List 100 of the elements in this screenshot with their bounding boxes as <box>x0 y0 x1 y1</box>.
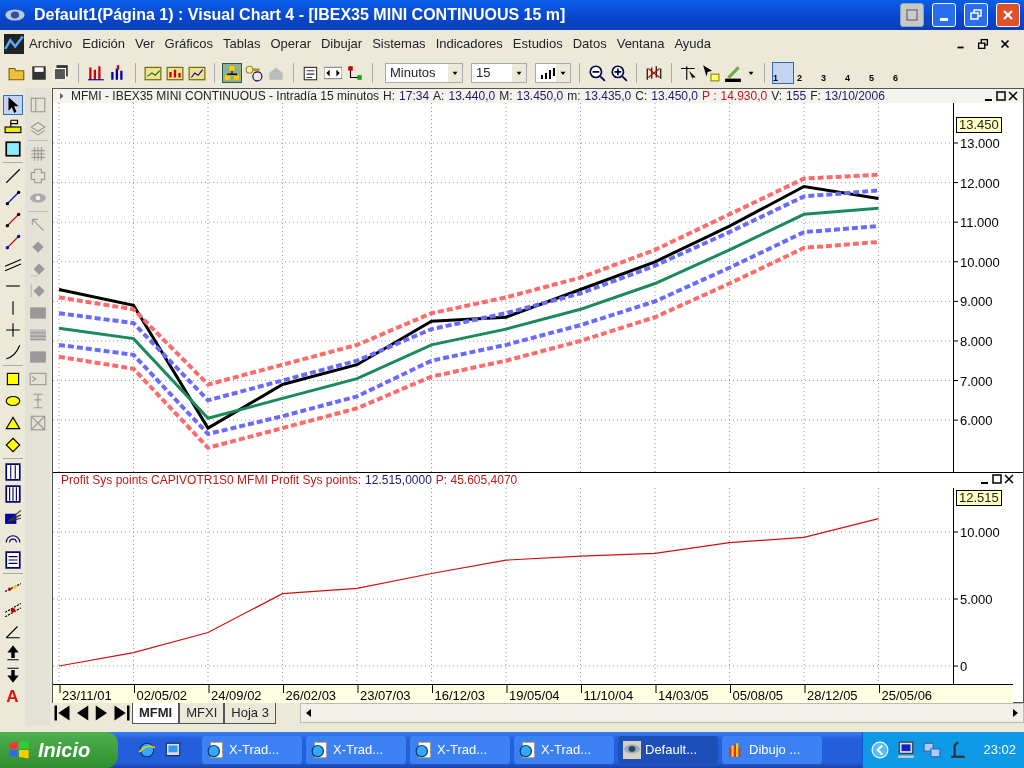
interval-dropdown[interactable]: 15 <box>471 63 527 83</box>
browser-icon <box>207 741 225 759</box>
timeframe-dropdown[interactable]: Minutos <box>385 63 463 83</box>
layout-button[interactable]: 3 <box>821 63 841 83</box>
axis-label: 12.000 <box>960 175 1000 191</box>
scroll-buttons-icon[interactable] <box>324 64 342 82</box>
zoom-out-icon[interactable] <box>588 64 606 82</box>
save-icon[interactable] <box>30 64 48 82</box>
restore-icon[interactable] <box>976 37 990 51</box>
line-icon[interactable] <box>3 211 22 229</box>
menu-item[interactable]: Dibujar <box>315 34 368 54</box>
desktop-icon[interactable] <box>164 741 182 759</box>
line-icon[interactable] <box>3 233 22 251</box>
minimize-icon <box>940 17 948 21</box>
menu-item[interactable]: Ayuda <box>669 34 717 54</box>
select-object-icon[interactable] <box>702 64 720 82</box>
window-button[interactable] <box>900 3 924 27</box>
pointer-icon[interactable] <box>3 96 22 114</box>
layout-button[interactable]: 1 <box>773 63 793 83</box>
chart-icon[interactable] <box>4 34 24 54</box>
taskbar-button[interactable]: X-Trad... <box>202 736 302 764</box>
taskbar-button[interactable]: X-Trad... <box>514 736 614 764</box>
sheet-tab[interactable]: MFMI <box>132 703 180 724</box>
date-label: 02/05/02 <box>136 688 188 703</box>
bars-cross-icon[interactable] <box>645 64 663 82</box>
key-euro-icon[interactable] <box>245 64 263 82</box>
date-label: 05/08/05 <box>732 688 784 703</box>
diamond-icon[interactable] <box>3 436 22 454</box>
axis-label: 5.000 <box>960 592 993 607</box>
curve-icon[interactable] <box>3 343 22 361</box>
date-label: 11/10/04 <box>583 688 634 703</box>
menu-item[interactable]: Indicadores <box>430 34 508 54</box>
layout-button[interactable]: 2 <box>797 63 817 83</box>
menu-item[interactable]: Datos <box>567 34 612 54</box>
columns-icon[interactable] <box>3 485 22 503</box>
bar-chart-icon[interactable] <box>87 64 105 82</box>
menu-item[interactable]: Tablas <box>217 34 266 54</box>
computer-icon[interactable] <box>897 741 916 759</box>
chevron-left-icon[interactable] <box>871 741 890 759</box>
line-icon[interactable] <box>3 189 22 207</box>
node-icon[interactable] <box>346 64 364 82</box>
menu-item[interactable]: Ventana <box>611 34 670 54</box>
crosshair-icon[interactable] <box>3 321 22 339</box>
network-icon[interactable] <box>223 64 241 82</box>
menu-item[interactable]: Edición <box>77 34 130 54</box>
maximize-icon[interactable] <box>995 90 1007 102</box>
sheet-tab[interactable]: MFXI <box>179 703 225 724</box>
cursor-cross-icon[interactable] <box>680 64 698 82</box>
channel-icon[interactable] <box>3 600 22 618</box>
date-label: 23/11/01 <box>62 688 112 703</box>
layout-button[interactable]: 6 <box>893 63 913 83</box>
chart-type-dropdown[interactable] <box>535 63 571 83</box>
zoom-in-icon[interactable] <box>610 64 628 82</box>
save-all-icon[interactable] <box>52 64 70 82</box>
rectangle-icon[interactable] <box>3 140 22 158</box>
taskbar-button[interactable]: Dibujo ... <box>722 736 822 764</box>
line-icon[interactable] <box>3 167 22 185</box>
properties-icon[interactable] <box>302 64 320 82</box>
axis-label: 8.000 <box>960 333 993 349</box>
minimize-button[interactable] <box>932 3 956 27</box>
ruler-icon[interactable] <box>3 118 22 136</box>
pen-stand-icon[interactable] <box>949 741 968 759</box>
menu-item[interactable]: Ver <box>130 34 160 54</box>
browser-icon <box>519 741 537 759</box>
menu-item[interactable]: Gráficos <box>159 34 218 54</box>
date-label: 14/03/05 <box>658 688 709 703</box>
layout-button[interactable]: 4 <box>845 63 865 83</box>
menu-item[interactable]: Operar <box>265 34 316 54</box>
close-icon[interactable] <box>1007 90 1019 102</box>
menu-item[interactable]: Sistemas <box>367 34 431 54</box>
text-tool[interactable]: A <box>6 688 19 706</box>
taskbar-button[interactable]: X-Trad... <box>410 736 510 764</box>
maximize-icon[interactable] <box>991 473 1003 485</box>
taskbar-button[interactable]: X-Trad... <box>306 736 406 764</box>
fan-icon[interactable] <box>3 507 22 525</box>
taskbar-button[interactable]: Default... <box>618 736 718 764</box>
close-icon[interactable] <box>1003 473 1015 485</box>
close-button[interactable] <box>996 3 1020 27</box>
folder-chart-icon[interactable] <box>144 64 162 82</box>
list-box-icon[interactable] <box>3 551 22 569</box>
field-value: 155 <box>786 89 807 103</box>
pen-icon[interactable] <box>724 64 742 82</box>
menu-item[interactable]: Estudios <box>507 34 568 54</box>
menu-item[interactable]: Archivo <box>24 34 78 54</box>
axis-label: 10.000 <box>960 254 1000 270</box>
horizontal-scrollbar[interactable] <box>299 703 1024 723</box>
last-icon[interactable] <box>112 703 132 723</box>
sheet-tab[interactable]: Hoja 3 <box>224 703 276 724</box>
columns-icon[interactable] <box>3 463 22 481</box>
field-label: C: <box>635 89 648 103</box>
browser-icon <box>415 741 433 759</box>
folder-chart-icon[interactable] <box>188 64 206 82</box>
triangle-icon[interactable] <box>3 414 22 432</box>
browser-icon[interactable] <box>138 741 156 759</box>
restore-button[interactable] <box>964 3 988 27</box>
first-icon[interactable] <box>52 703 72 723</box>
layout-button[interactable]: 5 <box>869 63 889 83</box>
indicator-value: P: 45.605,4070 <box>435 473 518 488</box>
close-icon[interactable] <box>998 37 1012 51</box>
folder-chart-icon[interactable] <box>166 64 184 82</box>
